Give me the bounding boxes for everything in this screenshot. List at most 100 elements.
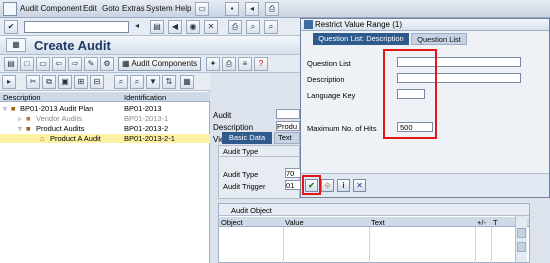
folder-icon: ■ bbox=[11, 104, 16, 113]
screen-toggle-icon[interactable]: ▦ bbox=[6, 38, 26, 52]
dialog-tabs: Question List: Description Question List bbox=[301, 33, 549, 45]
column-identification[interactable]: Identification bbox=[124, 93, 166, 102]
paste-icon[interactable]: ▣ bbox=[58, 75, 72, 89]
command-field[interactable] bbox=[24, 21, 129, 33]
audit-type-group: Audit Type Audit Type 70 Audit Trigger 0… bbox=[218, 145, 301, 199]
scrollbar-button[interactable] bbox=[517, 242, 526, 252]
audit-components-button[interactable]: ▦ Audit Components bbox=[118, 57, 202, 71]
home-icon: ⌂ bbox=[40, 134, 45, 143]
save-icon[interactable]: ▤ bbox=[150, 20, 164, 34]
print-icon[interactable]: ⎙ bbox=[265, 2, 279, 16]
tree-row[interactable]: ▿ ■ Product Audits BP01-2013-2 bbox=[0, 124, 210, 133]
confirm-highlight-box bbox=[302, 175, 321, 195]
column-value[interactable]: Value bbox=[285, 218, 304, 227]
exit-icon[interactable]: ◉ bbox=[186, 20, 200, 34]
tree-row[interactable]: ▿ ■ BP01-2013 Audit Plan BP01-2013 bbox=[0, 104, 210, 113]
audit-trigger-field[interactable]: 01 bbox=[285, 180, 301, 190]
menu-system[interactable]: System bbox=[146, 4, 173, 13]
audit-type-group-title: Audit Type bbox=[223, 147, 259, 156]
find-icon[interactable]: ⌕ bbox=[114, 75, 128, 89]
restrict-value-range-dialog: Restrict Value Range (1) Question List: … bbox=[300, 18, 550, 198]
back-icon[interactable]: ◀ bbox=[168, 20, 182, 34]
description-field[interactable]: Produ bbox=[276, 121, 300, 131]
tab-question-list[interactable]: Question List bbox=[411, 33, 467, 45]
tree-toolbar: ▸ ✂ ⧉ ▣ ⊞ ⊟ ⌕ ⌕ ▼ ⇅ ▦ bbox=[0, 73, 210, 91]
standard-toolbar: ✔ ◂ ▤ ◀ ◉ ✕ ⎙ ⌕ ⌕ bbox=[0, 18, 300, 36]
tree-row-selected[interactable]: ⌂ Product A Audit BP01-2013-2-1 bbox=[0, 134, 210, 143]
dialog-footer: ✔ ⟐ i ✕ bbox=[301, 173, 549, 197]
audit-field[interactable] bbox=[276, 109, 300, 119]
dialog-icon bbox=[304, 20, 313, 29]
restore-window-icon[interactable]: ▭ bbox=[195, 2, 209, 16]
menu-bar: Audit Component Edit Goto Extras System … bbox=[0, 0, 550, 18]
folder-icon: ■ bbox=[26, 124, 31, 133]
menu-goto[interactable]: Goto bbox=[102, 4, 119, 13]
audit-trigger-label: Audit Trigger bbox=[223, 182, 266, 191]
sap-menu-icon[interactable] bbox=[3, 2, 17, 16]
copy-icon[interactable]: ⧉ bbox=[42, 75, 56, 89]
column-divider bbox=[491, 227, 492, 263]
audit-components-icon: ▦ bbox=[122, 59, 130, 68]
layout-icon[interactable]: ▦ bbox=[180, 75, 194, 89]
arrow-right-icon[interactable]: ⇨ bbox=[68, 57, 82, 71]
tab-text[interactable]: Text bbox=[274, 132, 300, 144]
tree-header: Description Identification bbox=[0, 92, 210, 102]
multiple-selection-icon[interactable]: ⟐ bbox=[321, 179, 334, 192]
folder-icon: ■ bbox=[26, 114, 31, 123]
collapse-icon[interactable]: ▿ bbox=[3, 104, 7, 113]
audit-type-field[interactable]: 70 bbox=[285, 168, 301, 178]
page-title: Create Audit bbox=[34, 38, 111, 53]
tab-question-list-description[interactable]: Question List: Description bbox=[313, 33, 409, 45]
menu-edit[interactable]: Edit bbox=[83, 4, 97, 13]
sort-icon[interactable]: ⇅ bbox=[162, 75, 176, 89]
print-icon[interactable]: ⎙ bbox=[222, 57, 236, 71]
menu-extras[interactable]: Extras bbox=[122, 4, 145, 13]
column-divider bbox=[369, 227, 370, 263]
tool-icon[interactable]: ✦ bbox=[206, 57, 220, 71]
delete-icon[interactable]: ⊟ bbox=[90, 75, 104, 89]
expand-icon[interactable]: ▸ bbox=[2, 75, 16, 89]
tree-icon[interactable]: ▤ bbox=[4, 57, 18, 71]
column-text[interactable]: Text bbox=[371, 218, 385, 227]
enter-icon[interactable]: ✔ bbox=[4, 20, 18, 34]
find-next-icon[interactable]: ⌕ bbox=[130, 75, 144, 89]
audit-object-header: Object Value Text +/- T bbox=[219, 217, 529, 227]
filter-icon[interactable]: ▼ bbox=[146, 75, 160, 89]
arrow-left-icon[interactable]: ⇦ bbox=[52, 57, 66, 71]
insert-icon[interactable]: ⊞ bbox=[74, 75, 88, 89]
title-bar: ▦ Create Audit bbox=[0, 36, 300, 55]
print-icon[interactable]: ⎙ bbox=[228, 20, 242, 34]
save-icon[interactable]: ▪ bbox=[225, 2, 239, 16]
column-plus-minus[interactable]: +/- bbox=[477, 218, 486, 227]
new-icon[interactable]: □ bbox=[20, 57, 34, 71]
tree-row[interactable]: ▹ ■ Vendor Audits BP01-2013-1 bbox=[0, 114, 210, 123]
collapse-icon[interactable]: ▿ bbox=[18, 124, 22, 133]
highlight-box bbox=[383, 49, 437, 139]
column-object[interactable]: Object bbox=[221, 218, 243, 227]
cancel-icon[interactable]: ✕ bbox=[353, 179, 366, 192]
menu-help[interactable]: Help bbox=[175, 4, 191, 13]
scrollbar[interactable] bbox=[515, 216, 527, 262]
column-t[interactable]: T bbox=[493, 218, 498, 227]
expand-icon[interactable]: ▹ bbox=[18, 114, 22, 123]
tab-basic-data[interactable]: Basic Data bbox=[222, 132, 272, 144]
cancel-icon[interactable]: ✕ bbox=[204, 20, 218, 34]
settings-icon[interactable]: ⚙ bbox=[100, 57, 114, 71]
edit-icon[interactable]: ✎ bbox=[84, 57, 98, 71]
scrollbar-thumb[interactable] bbox=[517, 228, 526, 238]
help-icon[interactable]: ? bbox=[254, 57, 268, 71]
column-description[interactable]: Description bbox=[3, 93, 41, 102]
column-divider bbox=[475, 227, 476, 263]
find-next-icon[interactable]: ⌕ bbox=[264, 20, 278, 34]
back-icon[interactable]: ◂ bbox=[245, 2, 259, 16]
find-icon[interactable]: ⌕ bbox=[246, 20, 260, 34]
audit-type-label: Audit Type bbox=[223, 170, 259, 179]
max-hits-label: Maximum No. of Hits bbox=[307, 124, 377, 133]
folder-icon[interactable]: ▭ bbox=[36, 57, 50, 71]
info-icon[interactable]: i bbox=[337, 179, 350, 192]
chevron-left-icon[interactable]: ◂ bbox=[132, 20, 142, 34]
menu-audit-component[interactable]: Audit Component bbox=[20, 4, 82, 13]
list-icon[interactable]: ≡ bbox=[238, 57, 252, 71]
cut-icon[interactable]: ✂ bbox=[26, 75, 40, 89]
audit-object-title: Audit Object bbox=[231, 206, 272, 215]
